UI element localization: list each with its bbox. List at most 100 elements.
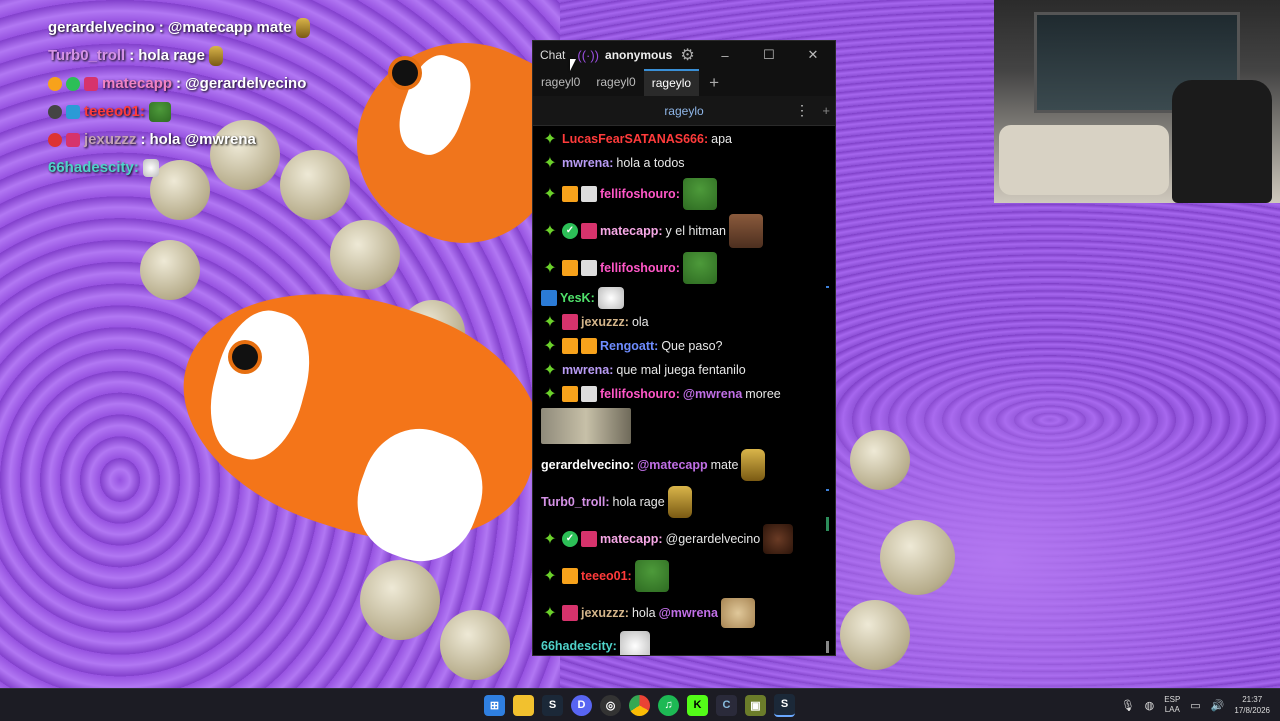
language-indicator[interactable]: ESP LAA — [1164, 695, 1180, 715]
username[interactable]: mwrena: — [562, 363, 613, 377]
overlay-text: hola rage — [138, 47, 205, 64]
chat-message: ✦ teeeo01: — [541, 557, 829, 594]
kick-icon[interactable]: K — [687, 694, 708, 716]
anemone-bulb — [360, 560, 440, 640]
close-button[interactable]: ✕ — [791, 47, 835, 63]
minimize-button[interactable]: – — [703, 48, 747, 63]
username[interactable]: teeeo01: — [581, 569, 632, 583]
anemone-bulb — [140, 240, 200, 300]
emote-icon — [208, 46, 223, 66]
file-explorer-icon[interactable] — [513, 694, 534, 716]
add-tab-button[interactable]: + — [699, 69, 729, 96]
overlay-text: @gerardelvecino — [185, 75, 307, 92]
language-code: ESP — [1164, 695, 1181, 704]
star-badge-icon: ✦ — [543, 222, 557, 240]
tab-channel[interactable]: rageyl0 — [588, 69, 643, 96]
username[interactable]: YesK: — [560, 291, 595, 305]
steam-icon[interactable]: S — [542, 694, 563, 716]
chat-message: 66hadescity: — [541, 631, 829, 655]
tab-channel-active[interactable]: rageylo — [643, 69, 700, 96]
username[interactable]: matecapp: — [600, 532, 663, 546]
display-icon[interactable]: ▭ — [1190, 699, 1200, 712]
overlay-message: jexuzzz: hola @mwrena — [48, 126, 368, 154]
badge-icon — [66, 105, 80, 119]
mate-emote-icon — [667, 485, 692, 518]
cats-emote-icon — [541, 408, 631, 444]
username[interactable]: LucasFearSATANAS666: — [562, 132, 708, 146]
username[interactable]: Turb0_troll: — [541, 495, 610, 509]
username[interactable]: Rengoatt: — [600, 339, 658, 353]
game-icon[interactable]: ▣ — [745, 694, 766, 716]
username[interactable]: mwrena: — [562, 156, 613, 170]
tab-channel[interactable]: rageyl0 — [533, 69, 588, 96]
gear-icon[interactable]: ⚙ — [680, 45, 694, 65]
start-windows-icon[interactable]: ⊞ — [484, 694, 505, 716]
mention[interactable]: @mwrena — [683, 387, 742, 401]
gift-badge-icon — [562, 259, 578, 276]
chat-message: YesK: — [541, 286, 829, 310]
clock[interactable]: 21:37 17/8/2026 — [1234, 694, 1270, 716]
anemone-bulb — [880, 520, 955, 595]
title-bar[interactable]: Chat ((·)) anonymous ⚙ – ☐ ✕ — [533, 41, 835, 69]
overlay-username: teeeo01: — [84, 103, 145, 120]
mention[interactable]: @mwrena — [659, 606, 718, 620]
steam-active-icon[interactable]: S — [774, 693, 795, 717]
volume-icon[interactable]: 🔊 — [1211, 699, 1225, 712]
discord-icon[interactable]: D — [571, 694, 592, 716]
sub-badge-icon — [581, 338, 597, 354]
scrollbar-thumb[interactable] — [826, 641, 829, 653]
username[interactable]: fellifoshouro: — [600, 387, 680, 401]
keyboard-layout: LAA — [1164, 705, 1180, 714]
pepe-emote-icon — [682, 251, 717, 284]
clownfish-eye — [232, 344, 258, 370]
cat-emote-icon — [619, 631, 650, 655]
live-broadcast-icon[interactable]: ((·)) — [577, 48, 599, 63]
cat-badge-icon — [581, 185, 597, 202]
star-badge-icon: ✦ — [543, 185, 557, 203]
mention[interactable]: @gerardelvecino — [666, 532, 761, 546]
username[interactable]: jexuzzz: — [581, 315, 629, 329]
mention[interactable]: @matecapp — [637, 458, 708, 472]
message-text: hola — [631, 605, 656, 620]
cat-badge-icon — [581, 259, 597, 276]
chat-message: ✦ fellifoshouro: — [541, 175, 829, 212]
stream-chat-overlay: gerardelvecino: @matecapp mate Turb0_tro… — [48, 14, 368, 182]
chat-message-emote-line — [541, 406, 829, 446]
maximize-button[interactable]: ☐ — [747, 47, 791, 63]
badge-icon — [66, 133, 80, 147]
account-name[interactable]: anonymous — [605, 48, 672, 62]
network-icon[interactable]: ◍ — [1145, 699, 1155, 712]
anemone-bulb — [440, 610, 510, 680]
microphone-icon[interactable]: 🎙 — [1121, 699, 1135, 712]
chat-message: ✦ ✓ matecapp: @gerardelvecino — [541, 520, 829, 557]
chatterino-icon[interactable]: C — [716, 694, 737, 716]
overlay-text: @matecapp mate — [167, 19, 292, 36]
chat-message: ✦ LucasFearSATANAS666: apa — [541, 127, 829, 151]
obs-icon[interactable]: ◎ — [600, 694, 621, 716]
badge-icon — [84, 77, 98, 91]
message-text: moree — [745, 387, 781, 401]
username[interactable]: fellifoshouro: — [600, 261, 680, 275]
username[interactable]: fellifoshouro: — [600, 187, 680, 201]
gift-badge-icon — [562, 567, 578, 584]
scrollbar-highlight[interactable] — [826, 286, 829, 288]
add-split-icon[interactable]: + — [822, 103, 830, 118]
pepe-emote-icon — [148, 102, 171, 122]
verified-badge-icon — [66, 77, 80, 91]
spotify-icon[interactable]: ♫ — [658, 694, 679, 716]
more-options-icon[interactable]: ⋮ — [795, 102, 809, 119]
star-badge-icon: ✦ — [543, 314, 557, 331]
scrollbar-highlight[interactable] — [826, 489, 829, 491]
message-list[interactable]: ✦ LucasFearSATANAS666: apa ✦ mwrena: hol… — [533, 127, 835, 655]
anemone-bulb — [850, 430, 910, 490]
overlay-username: matecapp — [102, 75, 173, 92]
scrollbar-highlight[interactable] — [826, 517, 829, 531]
channel-name[interactable]: rageylo — [664, 104, 703, 118]
app-title: Chat — [540, 48, 566, 62]
chrome-icon[interactable] — [629, 694, 650, 716]
username[interactable]: gerardelvecino: — [541, 458, 634, 472]
username[interactable]: 66hadescity: — [541, 639, 617, 653]
username[interactable]: matecapp: — [600, 224, 663, 238]
username[interactable]: jexuzzz: — [581, 606, 629, 620]
channel-header[interactable]: rageylo ⋮ + — [533, 96, 835, 126]
